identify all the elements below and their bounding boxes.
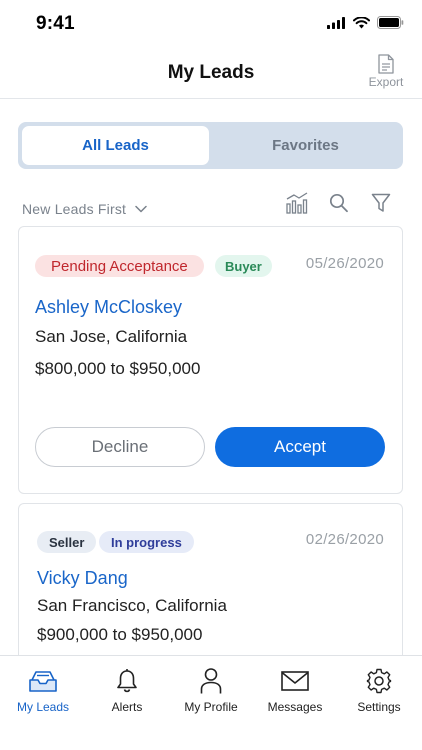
bell-icon (117, 669, 137, 693)
inbox-icon (29, 671, 57, 692)
nav-header: My Leads Export (0, 48, 422, 99)
tab-label: My Leads (16, 700, 70, 714)
accept-button[interactable]: Accept (215, 427, 385, 467)
tab-my-profile[interactable]: My Profile (169, 656, 253, 716)
tab-label: Messages (267, 700, 323, 714)
tab-label: Alerts (111, 700, 143, 714)
lead-card[interactable]: Pending Acceptance Buyer 05/26/2020 Ashl… (18, 226, 403, 494)
status-icons (327, 16, 404, 29)
status-badge: Pending Acceptance (35, 255, 204, 277)
tab-all-leads[interactable]: All Leads (22, 126, 209, 165)
sort-label: New Leads First (22, 201, 127, 217)
lead-price-range: $800,000 to $950,000 (35, 359, 201, 378)
lead-price-range: $900,000 to $950,000 (37, 625, 203, 644)
gear-icon (366, 668, 392, 694)
lead-card[interactable]: Seller In progress 02/26/2020 Vicky Dang… (18, 503, 403, 673)
bottom-tab-bar: My Leads Alerts My Profile Messages Sett… (0, 655, 422, 750)
lead-date: 02/26/2020 (305, 531, 384, 548)
export-document-icon (378, 54, 394, 74)
sort-dropdown[interactable]: New Leads First (22, 201, 147, 217)
chevron-down-icon (135, 205, 147, 213)
tab-label: Settings (357, 700, 401, 714)
lead-location: San Francisco, California (37, 596, 227, 615)
signal-icon (327, 16, 345, 29)
type-badge: Seller (37, 531, 97, 553)
export-button[interactable]: Export (366, 54, 406, 89)
type-badge: Buyer (215, 255, 272, 277)
envelope-icon (281, 671, 309, 691)
page-title: My Leads (167, 62, 255, 83)
status-bar: 9:41 (0, 0, 422, 48)
person-icon (200, 668, 222, 694)
chart-icon[interactable] (285, 192, 309, 214)
tab-label: My Profile (184, 700, 238, 714)
tab-settings[interactable]: Settings (337, 656, 421, 716)
leads-segmented-control: All Leads Favorites (18, 122, 403, 169)
export-label: Export (368, 75, 404, 89)
tab-my-leads[interactable]: My Leads (1, 656, 85, 716)
leads-toolbar: New Leads First (0, 190, 422, 224)
lead-date: 05/26/2020 (305, 255, 384, 272)
decline-button[interactable]: Decline (35, 427, 205, 467)
lead-name[interactable]: Ashley McCloskey (35, 297, 182, 318)
tab-favorites[interactable]: Favorites (212, 126, 399, 165)
wifi-icon (353, 16, 370, 28)
lead-name[interactable]: Vicky Dang (37, 568, 128, 589)
status-time: 9:41 (36, 13, 75, 34)
battery-icon (377, 16, 404, 29)
status-badge: In progress (99, 531, 194, 553)
search-icon[interactable] (329, 192, 349, 214)
filter-icon[interactable] (371, 192, 391, 214)
tab-messages[interactable]: Messages (253, 656, 337, 716)
tab-alerts[interactable]: Alerts (85, 656, 169, 716)
lead-location: San Jose, California (35, 327, 188, 346)
